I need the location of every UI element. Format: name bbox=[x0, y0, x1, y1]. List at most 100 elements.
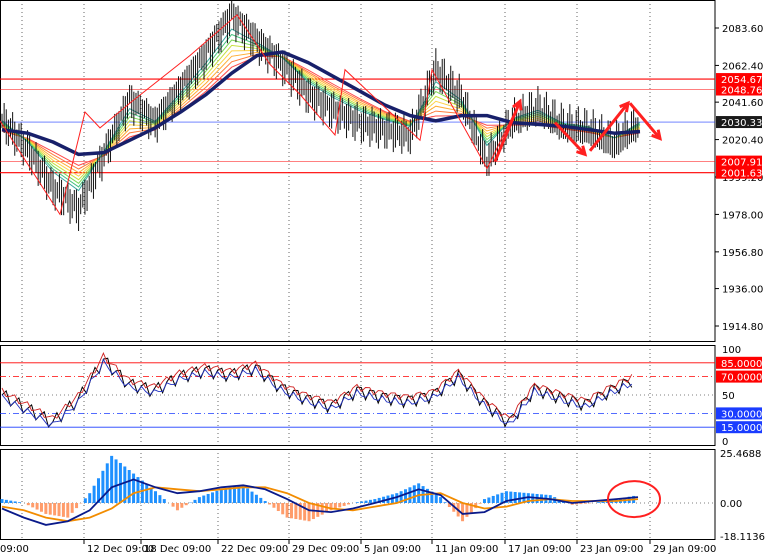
price-axis-label: 2062.40 bbox=[722, 61, 763, 72]
time-axis-label: 29 Dec 09:00 bbox=[292, 544, 359, 555]
macd-histogram-bar bbox=[158, 495, 161, 503]
macd-histogram-bar bbox=[496, 494, 499, 503]
macd-histogram-bar bbox=[251, 492, 254, 503]
macd-histogram-bar bbox=[303, 503, 306, 520]
current-price-tag: 2030.33 bbox=[721, 118, 762, 129]
macd-histogram-bar bbox=[176, 503, 179, 510]
macd-histogram-bar bbox=[360, 501, 363, 503]
macd-histogram-bar bbox=[62, 503, 65, 517]
rsi-level-tag: 30.0000 bbox=[721, 409, 762, 420]
macd-histogram-bar bbox=[71, 503, 74, 513]
macd-histogram-bar bbox=[479, 503, 482, 504]
macd-histogram-bar bbox=[84, 498, 87, 503]
macd-histogram-bar bbox=[356, 502, 359, 503]
price-axis-label: 1914.80 bbox=[722, 322, 763, 333]
macd-histogram-bar bbox=[18, 502, 21, 503]
macd-histogram-bar bbox=[14, 501, 17, 503]
chart-svg: 2083.602062.402041.602020.401999.201978.… bbox=[0, 0, 770, 555]
macd-histogram-bar bbox=[483, 499, 486, 503]
macd-histogram-bar bbox=[27, 503, 30, 505]
macd-histogram-bar bbox=[444, 502, 447, 503]
macd-axis-label: 25.4688 bbox=[720, 449, 761, 460]
macd-histogram-bar bbox=[417, 483, 420, 503]
time-axis-label: 17 Jan 09:00 bbox=[508, 544, 571, 555]
macd-histogram-bar bbox=[246, 488, 249, 503]
macd-histogram-bar bbox=[439, 497, 442, 503]
price-axis-label: 1936.00 bbox=[722, 285, 763, 296]
macd-histogram-bar bbox=[211, 492, 214, 503]
macd-histogram-bar bbox=[413, 485, 416, 503]
macd-histogram-bar bbox=[294, 503, 297, 519]
macd-histogram-bar bbox=[584, 503, 587, 504]
macd-histogram-bar bbox=[290, 503, 293, 518]
macd-histogram-bar bbox=[58, 503, 61, 516]
macd-histogram-bar bbox=[272, 503, 275, 508]
macd-histogram-bar bbox=[115, 459, 118, 503]
macd-histogram-bar bbox=[1, 499, 4, 503]
macd-histogram-bar bbox=[31, 503, 34, 507]
macd-histogram-bar bbox=[220, 489, 223, 503]
macd-histogram-bar bbox=[343, 503, 346, 506]
macd-histogram-bar bbox=[308, 503, 311, 521]
macd-histogram-bar bbox=[224, 488, 227, 503]
macd-histogram-bar bbox=[347, 503, 350, 504]
rsi-level-tag: 85.0000 bbox=[721, 359, 762, 370]
macd-histogram-bar bbox=[110, 456, 113, 503]
macd-histogram-bar bbox=[9, 501, 12, 503]
macd-histogram-bar bbox=[215, 491, 218, 503]
price-axis-label: 1978.00 bbox=[722, 210, 763, 221]
rsi-axis-label: 0 bbox=[722, 437, 728, 448]
price-axis-label: 2083.60 bbox=[722, 24, 763, 35]
macd-histogram-bar bbox=[66, 503, 69, 518]
macd-histogram-bar bbox=[185, 503, 188, 505]
macd-histogram-bar bbox=[193, 500, 196, 503]
price-axis-label: 1956.80 bbox=[722, 248, 763, 259]
macd-histogram-bar bbox=[75, 503, 78, 508]
macd-histogram-bar bbox=[202, 496, 205, 503]
macd-histogram-bar bbox=[180, 503, 183, 508]
rsi-level-tag: 15.0000 bbox=[721, 423, 762, 434]
macd-histogram-bar bbox=[286, 503, 289, 518]
price-axis-label: 2020.40 bbox=[722, 136, 763, 147]
time-axis-label: 5 Jan 09:00 bbox=[364, 544, 421, 555]
macd-histogram-bar bbox=[132, 474, 135, 503]
macd-histogram-bar bbox=[44, 503, 47, 514]
rsi-axis-label: 100 bbox=[722, 345, 741, 356]
trading-chart: 2083.602062.402041.602020.401999.201978.… bbox=[0, 0, 770, 555]
level-tag: 2048.76 bbox=[721, 86, 762, 97]
macd-histogram-bar bbox=[365, 501, 368, 503]
macd-histogram-bar bbox=[264, 501, 267, 503]
macd-histogram-bar bbox=[435, 494, 438, 503]
macd-histogram-bar bbox=[198, 497, 201, 503]
macd-histogram-bar bbox=[53, 503, 56, 515]
rsi-level-tag: 70.0000 bbox=[721, 373, 762, 384]
macd-histogram-bar bbox=[277, 503, 280, 511]
macd-histogram-bar bbox=[487, 498, 490, 503]
macd-histogram-bar bbox=[93, 486, 96, 503]
macd-histogram-bar bbox=[49, 503, 52, 515]
time-axis-label: 23 Jan 09:00 bbox=[580, 544, 643, 555]
macd-histogram-bar bbox=[172, 503, 175, 507]
macd-histogram-bar bbox=[36, 503, 39, 510]
macd-histogram-bar bbox=[492, 496, 495, 503]
level-tag: 2001.63 bbox=[721, 169, 762, 180]
macd-histogram-bar bbox=[501, 493, 504, 503]
macd-histogram-bar bbox=[163, 499, 166, 503]
macd-histogram-bar bbox=[150, 488, 153, 503]
macd-histogram-bar bbox=[281, 503, 284, 514]
macd-histogram-bar bbox=[259, 498, 262, 503]
time-axis-label: 11 Jan 09:00 bbox=[435, 544, 498, 555]
macd-histogram-bar bbox=[145, 484, 148, 503]
macd-axis-label: -18.1136 bbox=[720, 532, 765, 543]
macd-histogram-bar bbox=[369, 500, 372, 503]
macd-histogram-bar bbox=[268, 503, 271, 504]
macd-histogram-bar bbox=[255, 495, 258, 503]
macd-histogram-bar bbox=[514, 492, 517, 503]
macd-histogram-bar bbox=[229, 488, 232, 503]
macd-histogram-bar bbox=[40, 503, 43, 512]
macd-histogram-bar bbox=[597, 502, 600, 503]
macd-histogram-bar bbox=[321, 503, 324, 515]
macd-histogram-bar bbox=[207, 494, 210, 503]
macd-histogram-bar bbox=[5, 500, 8, 503]
macd-histogram-bar bbox=[233, 487, 236, 503]
